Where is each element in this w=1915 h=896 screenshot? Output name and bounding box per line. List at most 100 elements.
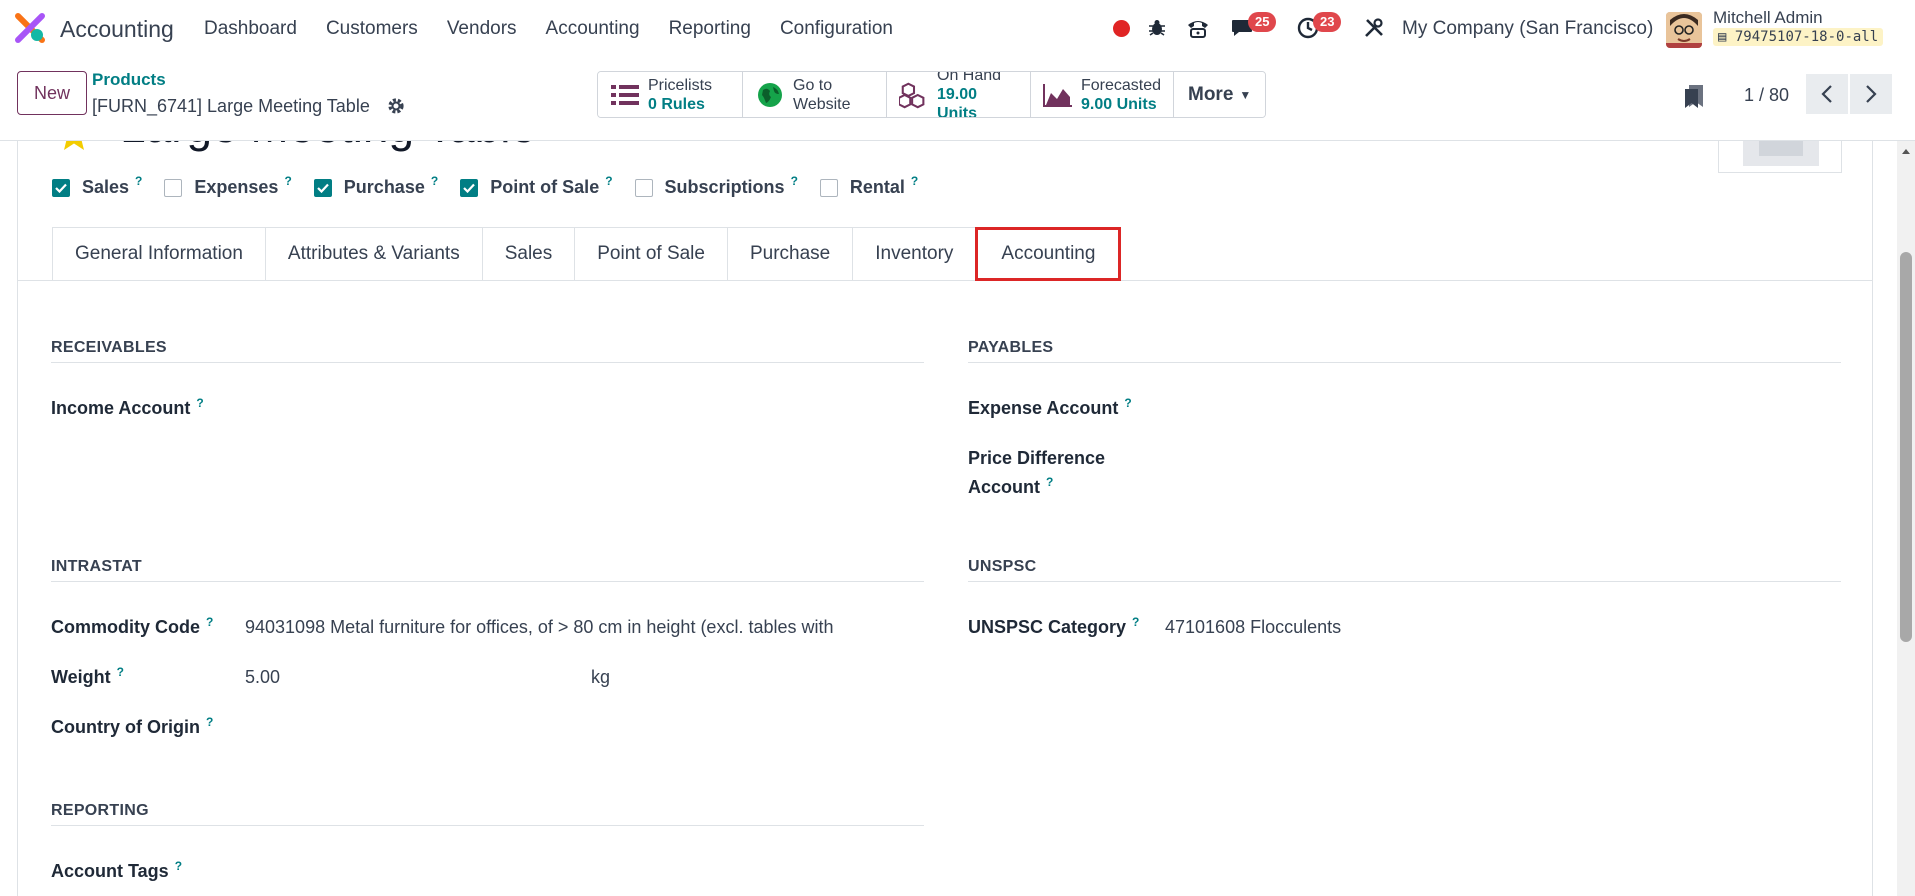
checkbox-subscriptions-box[interactable] <box>634 178 653 197</box>
pricelists-value: 0 Rules <box>648 95 705 113</box>
help-tooltip[interactable]: ? <box>196 396 203 410</box>
weight-field[interactable]: 5.00 <box>245 667 575 688</box>
checkbox-rental-box[interactable] <box>819 178 838 197</box>
checkbox-purchase-box[interactable] <box>313 178 332 197</box>
unspsc-category-field[interactable]: 47101608 Flocculents <box>1165 617 1815 638</box>
chevron-right-icon <box>1866 85 1877 103</box>
help-tooltip[interactable]: ? <box>1124 396 1131 410</box>
cubes-icon <box>899 80 929 110</box>
checkbox-point-of-sale[interactable]: Point of Sale? <box>460 174 613 198</box>
product-image[interactable] <box>1718 141 1842 173</box>
tab-point-of-sale[interactable]: Point of Sale <box>574 227 727 281</box>
scroll-up-arrow-icon[interactable] <box>1900 145 1912 157</box>
help-tooltip[interactable]: ? <box>1046 475 1053 489</box>
tools-icon[interactable] <box>1360 14 1388 42</box>
on-hand-button[interactable]: On Hand 19.00 Units <box>887 72 1031 117</box>
expense-account-field[interactable] <box>1163 394 1843 423</box>
tab-general-information[interactable]: General Information <box>52 227 265 281</box>
checkbox-sales-label: Sales <box>82 177 130 197</box>
forecasted-value: 9.00 Units <box>1081 95 1157 113</box>
checkbox-subscriptions[interactable]: Subscriptions? <box>634 174 798 198</box>
phone-icon[interactable] <box>1184 14 1212 42</box>
help-tooltip[interactable]: ? <box>206 615 213 629</box>
checkbox-purchase[interactable]: Purchase? <box>313 174 438 198</box>
top-navbar: Accounting Dashboard Customers Vendors A… <box>0 0 1915 58</box>
receivables-divider <box>51 362 924 363</box>
menu-reporting[interactable]: Reporting <box>669 18 751 40</box>
product-name-field[interactable]: Large Meeting Table <box>120 141 536 153</box>
breadcrumb-current-record: [FURN_6741] Large Meeting Table <box>92 96 370 116</box>
pricelists-button[interactable]: Pricelists 0 Rules <box>598 72 743 117</box>
pager-next-button[interactable] <box>1850 74 1892 114</box>
messages-count-badge: 25 <box>1248 12 1277 32</box>
commodity-code-field[interactable]: 94031098 Metal furniture for offices, of… <box>245 617 888 638</box>
help-tooltip[interactable]: ? <box>911 174 918 188</box>
user-avatar[interactable] <box>1666 12 1702 48</box>
database-tag: ▤ 79475107-18-0-all <box>1713 28 1884 46</box>
recording-indicator-icon[interactable] <box>1113 20 1130 37</box>
bug-icon[interactable] <box>1143 14 1171 42</box>
weight-label: Weight? <box>51 665 125 687</box>
checkbox-expenses-label: Expenses <box>194 177 279 197</box>
on-hand-value: 19.00 Units <box>937 86 978 118</box>
country-of-origin-field[interactable] <box>245 713 925 742</box>
pager-previous-button[interactable] <box>1806 74 1848 114</box>
tab-purchase[interactable]: Purchase <box>726 227 853 281</box>
company-switcher[interactable]: My Company (San Francisco) <box>1402 18 1653 40</box>
tab-attributes-variants[interactable]: Attributes & Variants <box>264 227 482 281</box>
globe-icon <box>755 80 785 110</box>
help-tooltip[interactable]: ? <box>175 859 182 873</box>
reporting-section-title: REPORTING <box>51 802 149 819</box>
checkbox-expenses[interactable]: Expenses? <box>164 174 292 198</box>
checkbox-rental-label: Rental <box>849 177 905 197</box>
checkbox-sales[interactable]: Sales? <box>52 174 142 198</box>
scrollbar-thumb[interactable] <box>1900 252 1912 642</box>
pager-value[interactable]: 1 / 80 <box>1744 85 1789 106</box>
intrastat-divider <box>51 581 924 582</box>
help-tooltip[interactable]: ? <box>791 174 798 188</box>
account-tags-field[interactable] <box>243 857 923 886</box>
forecasted-button[interactable]: Forecasted 9.00 Units <box>1031 72 1174 117</box>
favorite-star-icon[interactable] <box>56 141 92 153</box>
income-account-field[interactable] <box>243 394 923 423</box>
checkbox-sales-box[interactable] <box>52 178 70 197</box>
tab-accounting[interactable]: Accounting <box>975 227 1122 281</box>
menu-accounting[interactable]: Accounting <box>546 18 640 40</box>
menu-vendors[interactable]: Vendors <box>447 18 517 40</box>
price-difference-account-label: Price Difference Account? <box>968 448 1106 497</box>
menu-customers[interactable]: Customers <box>326 18 418 40</box>
price-difference-account-field[interactable] <box>1163 444 1843 473</box>
checkbox-subscriptions-label: Subscriptions <box>664 177 785 197</box>
product-type-checkboxes: Sales? Expenses? Purchase? Point of Sale… <box>52 174 940 198</box>
bookmark-icon[interactable] <box>1683 83 1705 109</box>
expense-account-label: Expense Account? <box>968 396 1132 418</box>
forecasted-label: Forecasted <box>1081 76 1162 94</box>
user-name[interactable]: Mitchell Admin <box>1713 8 1823 28</box>
help-tooltip[interactable]: ? <box>605 174 612 188</box>
help-tooltip[interactable]: ? <box>284 174 291 188</box>
tab-sales[interactable]: Sales <box>481 227 575 281</box>
app-name[interactable]: Accounting <box>60 16 174 43</box>
help-tooltip[interactable]: ? <box>431 174 438 188</box>
checkbox-point-of-sale-box[interactable] <box>460 178 479 197</box>
help-tooltip[interactable]: ? <box>117 665 124 679</box>
help-tooltip[interactable]: ? <box>135 174 142 188</box>
more-dropdown-button[interactable]: More ▼ <box>1174 72 1266 117</box>
new-button[interactable]: New <box>17 71 87 115</box>
checkbox-rental[interactable]: Rental? <box>819 174 918 198</box>
income-account-label: Income Account? <box>51 396 204 418</box>
help-tooltip[interactable]: ? <box>1132 615 1139 629</box>
receivables-section-title: RECEIVABLES <box>51 339 167 356</box>
accounting-app-icon[interactable] <box>14 12 46 44</box>
menu-dashboard[interactable]: Dashboard <box>204 18 297 40</box>
database-name: 79475107-18-0-all <box>1734 29 1879 45</box>
breadcrumb-products[interactable]: Products <box>92 70 166 90</box>
tab-inventory[interactable]: Inventory <box>852 227 976 281</box>
gear-icon[interactable] <box>386 96 406 116</box>
go-to-website-button[interactable]: Go to Website <box>743 72 887 117</box>
help-tooltip[interactable]: ? <box>206 715 213 729</box>
form-notebook-tabs: General Information Attributes & Variant… <box>52 227 1122 281</box>
checkbox-expenses-box[interactable] <box>164 178 183 197</box>
menu-configuration[interactable]: Configuration <box>780 18 893 40</box>
area-chart-icon <box>1043 80 1073 110</box>
